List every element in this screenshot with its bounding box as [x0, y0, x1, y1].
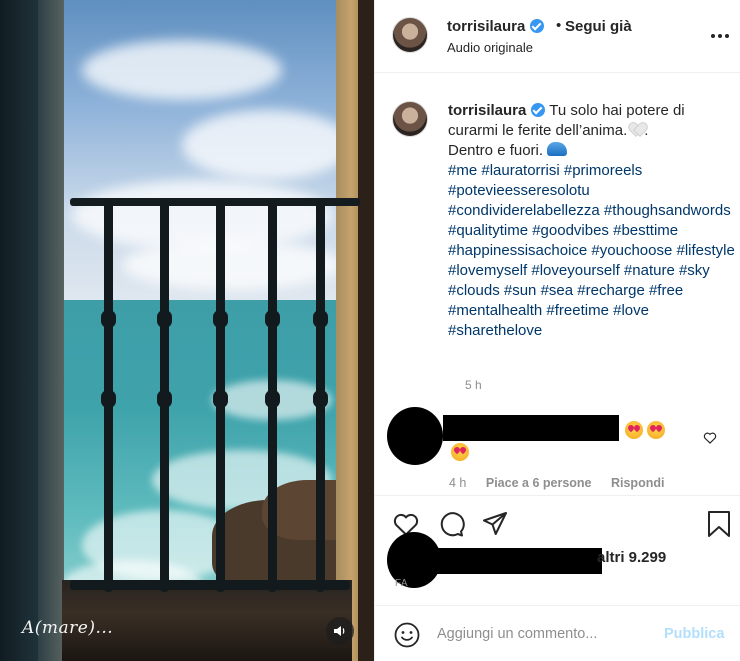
railing-bar — [157, 200, 172, 592]
post-date[interactable]: FA — [395, 578, 408, 589]
separator-dot: • — [556, 17, 562, 34]
author-username[interactable]: torrisilaura — [447, 18, 545, 35]
avatar[interactable] — [392, 17, 428, 53]
comment-item: 4 h Piace a 6 persone Rispondi — [375, 405, 740, 495]
comment-likes[interactable]: Piace a 6 persone — [486, 476, 592, 490]
save-icon[interactable] — [705, 510, 733, 538]
smile-icon[interactable] — [394, 622, 420, 648]
caption-username[interactable]: torrisilaura — [448, 102, 526, 119]
verified-icon — [530, 19, 545, 33]
verified-icon — [531, 103, 546, 117]
wave-emoji-icon — [547, 142, 568, 156]
hashtags[interactable]: #me #lauratorrisi #primoreels #poteviees… — [448, 162, 735, 339]
white-heart-emoji-icon — [630, 123, 644, 135]
heart-eyes-emoji-icon — [625, 421, 643, 439]
railing-bar — [101, 200, 116, 592]
heart-eyes-emoji-icon — [451, 443, 469, 461]
post-header: torrisilaura • Segui già Audio originale — [375, 0, 740, 73]
audio-link[interactable]: Audio originale — [447, 40, 533, 55]
caption-timestamp[interactable]: 5 h — [465, 378, 482, 392]
share-icon[interactable] — [481, 510, 509, 538]
avatar[interactable] — [392, 101, 428, 137]
sound-icon — [334, 626, 345, 636]
railing-bar — [265, 200, 280, 592]
post-actions: altri 9.299 FA — [375, 495, 740, 605]
caption-text: torrisilaura Tu solo hai potere di curar… — [448, 102, 735, 339]
redacted-comment-text — [443, 415, 619, 441]
media-overlay-text: A(mare)... — [22, 618, 114, 638]
heart-eyes-emoji-icon — [647, 421, 665, 439]
more-icon[interactable] — [711, 28, 731, 42]
post-media[interactable]: A(mare)... — [0, 0, 374, 661]
publish-button[interactable]: Pubblica — [664, 626, 724, 642]
redacted-avatar — [387, 407, 443, 465]
railing-bar — [213, 200, 228, 592]
redacted-likes-names — [435, 548, 602, 574]
add-comment-bar: Pubblica — [375, 605, 740, 661]
railing-bar — [313, 200, 328, 592]
comment-icon[interactable] — [437, 510, 465, 538]
comment-time[interactable]: 4 h — [449, 476, 466, 490]
comment-like-heart-icon[interactable] — [703, 431, 717, 444]
railing-bottom — [70, 580, 350, 590]
comment-input[interactable] — [437, 622, 657, 646]
sound-toggle-button[interactable] — [326, 617, 354, 645]
follow-button[interactable]: Segui già — [565, 18, 632, 35]
likes-count[interactable]: altri 9.299 — [597, 549, 666, 566]
reply-button[interactable]: Rispondi — [611, 476, 664, 490]
post-panel: torrisilaura • Segui già Audio originale… — [374, 0, 740, 661]
comment-meta: 4 h Piace a 6 persone Rispondi — [449, 476, 680, 490]
